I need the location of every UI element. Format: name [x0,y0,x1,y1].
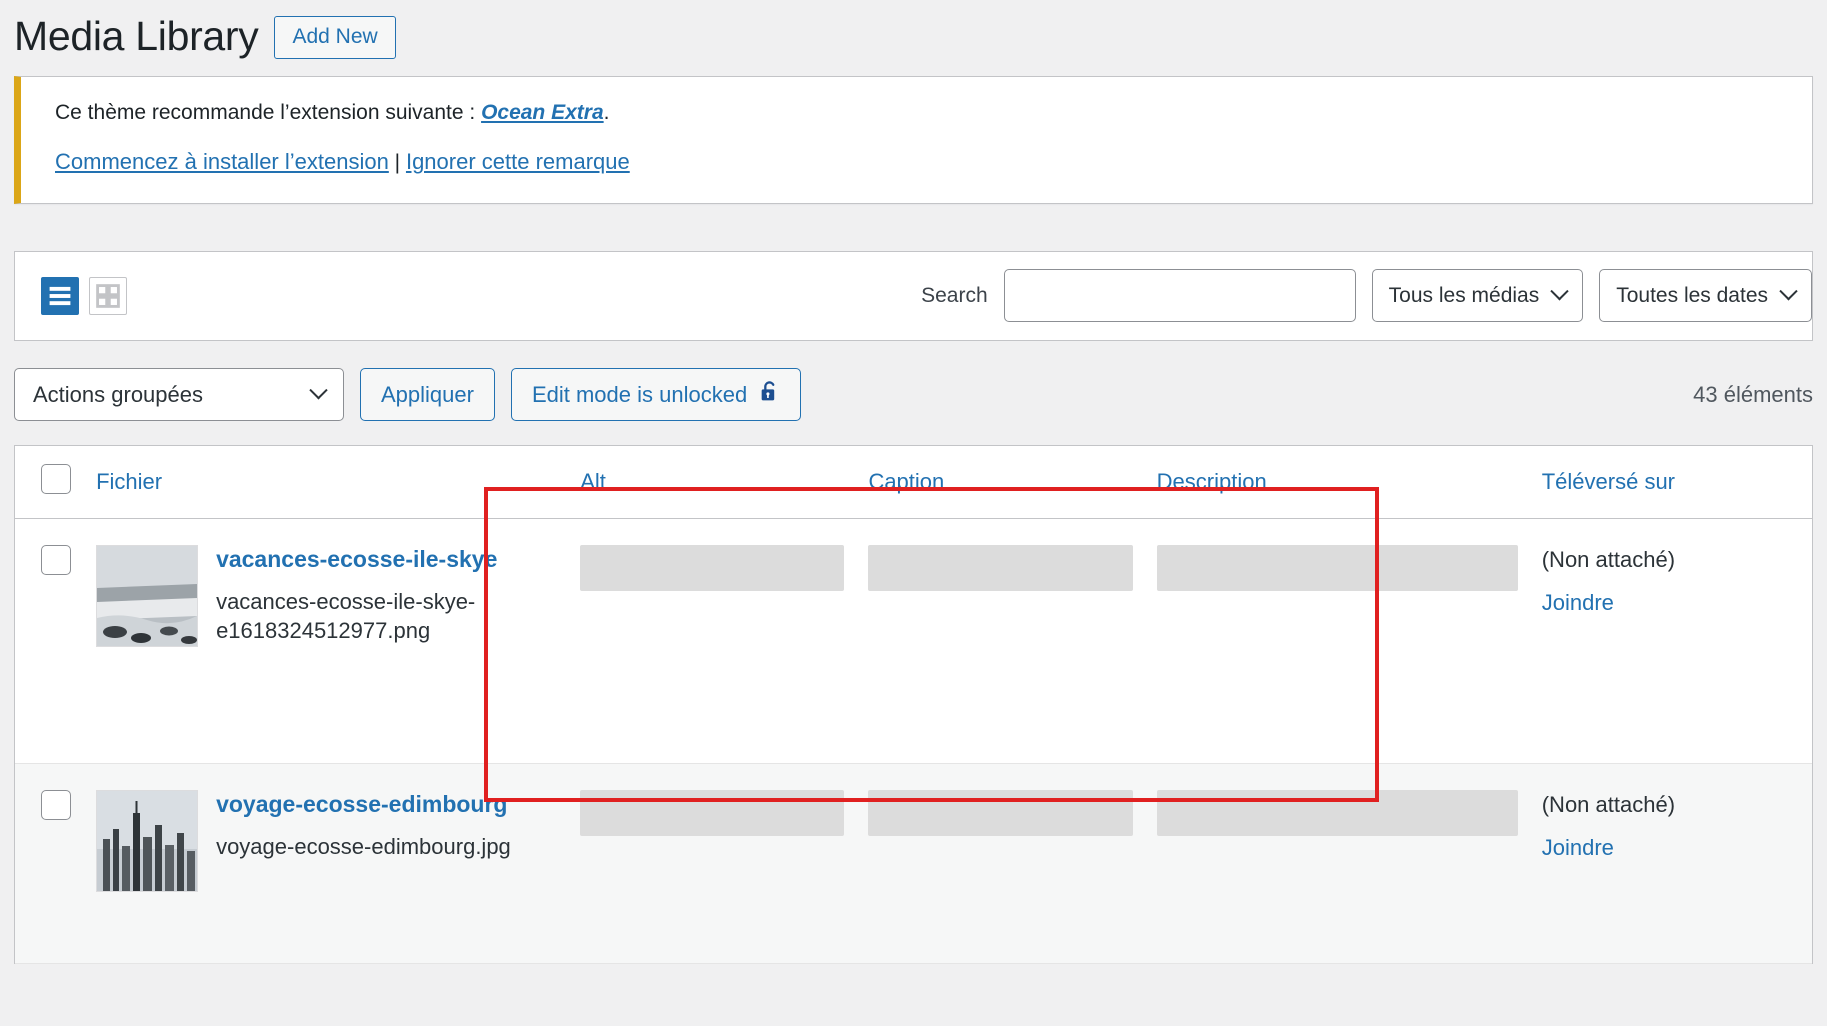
media-thumbnail[interactable] [96,789,199,892]
description-field[interactable] [1156,544,1518,591]
apply-button[interactable]: Appliquer [360,368,495,422]
unlocked-padlock-icon [759,380,780,409]
uploaded-to-cell: (Non attaché) Joindre [1541,518,1812,764]
uploaded-to-cell: (Non attaché) Joindre [1541,763,1812,964]
caption-field[interactable] [868,544,1133,591]
row-checkbox[interactable] [41,789,71,820]
page-header: Media Library Add New [0,0,1827,64]
row-select-cell [15,518,97,764]
file-name: vacances-ecosse-ile-skye-e1618324512977.… [216,588,476,644]
description-field[interactable] [1156,789,1518,836]
bulk-actions-label: Actions groupées [33,381,203,407]
alt-cell [580,763,869,964]
apply-button-label: Appliquer [381,381,474,407]
attach-link[interactable]: Joindre [1542,590,1812,616]
grid-view-icon[interactable] [89,276,127,315]
media-type-filter-label: Tous les médias [1388,283,1540,307]
select-all-checkbox[interactable] [41,463,71,494]
media-library-screen: Media Library Add New Ce thème recommand… [0,0,1827,1026]
description-cell [1156,518,1542,764]
bulk-actions-select[interactable]: Actions groupées [14,368,344,422]
column-header-file[interactable]: Fichier [96,445,581,519]
file-title-link[interactable]: vacances-ecosse-ile-skye [216,545,570,574]
attach-link[interactable]: Joindre [1542,835,1812,861]
attachment-status: (Non attaché) [1541,546,1676,572]
bulk-actions-bar: Actions groupées Appliquer Edit mode is … [14,367,1813,423]
edit-mode-label: Edit mode is unlocked [531,381,748,407]
date-filter[interactable]: Toutes les dates [1599,269,1812,323]
notice-message: Ce thème recommande l’extension suivante… [55,99,1792,126]
media-table-container: Fichier Alt Caption Description Télévers… [14,444,1813,964]
search-input[interactable] [1003,269,1356,323]
caption-field[interactable] [868,789,1133,836]
search-controls: Search Tous les médias Toutes les dates [921,269,1812,323]
table-row: vacances-ecosse-ile-skye vacances-ecosse… [15,518,1812,764]
caption-cell [868,763,1157,964]
edit-mode-toggle-button[interactable]: Edit mode is unlocked [510,368,802,422]
install-plugin-link[interactable]: Commencez à installer l’extension [55,149,389,174]
column-header-caption[interactable]: Caption [868,445,1157,519]
row-checkbox[interactable] [41,544,71,575]
table-header-row: Fichier Alt Caption Description Télévers… [15,445,1812,519]
row-select-cell [15,763,97,964]
column-header-uploaded-to[interactable]: Téléversé sur [1541,445,1812,519]
chevron-down-icon [1779,282,1798,301]
caption-cell [868,518,1157,764]
chevron-down-icon [309,381,328,400]
file-name: voyage-ecosse-edimbourg.jpg [216,833,511,859]
table-row: voyage-ecosse-edimbourg voyage-ecosse-ed… [15,763,1812,964]
alt-field[interactable] [580,789,845,836]
plugin-recommendation-notice: Ce thème recommande l’extension suivante… [14,76,1813,204]
item-count: 43 éléments [1693,381,1813,407]
media-type-filter[interactable]: Tous les médias [1371,269,1584,323]
alt-field[interactable] [580,544,845,591]
search-label: Search [921,283,988,307]
file-title-link[interactable]: voyage-ecosse-edimbourg [216,790,511,819]
media-thumbnail[interactable] [96,544,199,647]
dismiss-notice-link[interactable]: Ignorer cette remarque [406,149,630,174]
date-filter-label: Toutes les dates [1616,283,1768,307]
file-cell: voyage-ecosse-edimbourg voyage-ecosse-ed… [96,763,581,964]
description-cell [1156,763,1542,964]
notice-separator: | [388,151,406,175]
notice-text-prefix: Ce thème recommande l’extension suivante… [55,101,482,124]
file-cell: vacances-ecosse-ile-skye vacances-ecosse… [96,518,581,764]
alt-cell [580,518,869,764]
view-switch [41,276,127,315]
page-title: Media Library [14,13,259,60]
column-header-alt[interactable]: Alt [580,445,869,519]
ocean-extra-link[interactable]: Ocean Extra [481,101,604,124]
select-all-header [15,445,97,519]
column-header-description[interactable]: Description [1156,445,1542,519]
add-new-button[interactable]: Add New [274,15,396,59]
search-toolbar: Search Tous les médias Toutes les dates [14,250,1813,341]
notice-actions: Commencez à installer l’extension | Igno… [55,148,1792,177]
list-view-icon[interactable] [41,276,79,315]
media-table: Fichier Alt Caption Description Télévers… [15,445,1812,964]
attachment-status: (Non attaché) [1541,791,1676,817]
chevron-down-icon [1550,282,1569,301]
notice-text-suffix: . [603,101,610,124]
